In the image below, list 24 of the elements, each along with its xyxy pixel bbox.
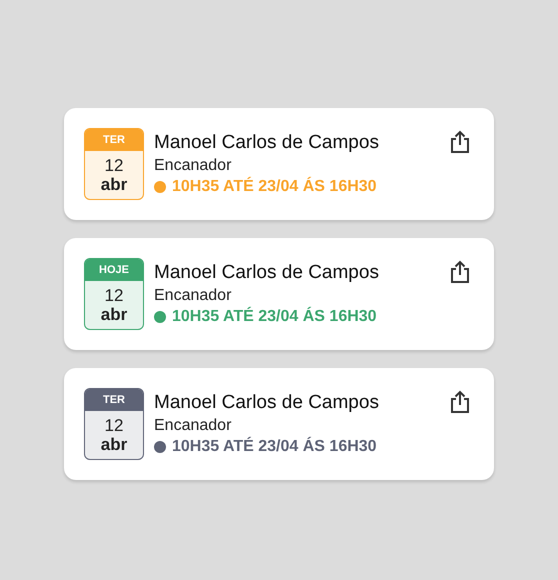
- weekday-label: TER: [85, 129, 143, 151]
- weekday-label: TER: [85, 389, 143, 411]
- person-name: Manoel Carlos de Campos: [154, 392, 379, 414]
- share-button[interactable]: [448, 258, 472, 286]
- month-label: abr: [100, 175, 128, 195]
- person-name: Manoel Carlos de Campos: [154, 132, 379, 154]
- time-range: 10H35 ATÉ 23/04 ÁS 16H30: [172, 308, 377, 326]
- person-name: Manoel Carlos de Campos: [154, 262, 379, 284]
- day-number: 12: [104, 287, 124, 305]
- day-number: 12: [104, 157, 124, 175]
- day-number: 12: [104, 417, 124, 435]
- share-button[interactable]: [448, 388, 472, 416]
- job-title: Encanador: [154, 157, 232, 175]
- job-title: Encanador: [154, 417, 232, 435]
- month-label: abr: [100, 305, 128, 325]
- share-button[interactable]: [448, 128, 472, 156]
- share-icon: [450, 130, 470, 154]
- time-range: 10H35 ATÉ 23/04 ÁS 16H30: [172, 178, 377, 196]
- month-label: abr: [100, 435, 128, 455]
- weekday-label: HOJE: [85, 259, 143, 281]
- job-title: Encanador: [154, 287, 232, 305]
- share-icon: [450, 390, 470, 414]
- time-range: 10H35 ATÉ 23/04 ÁS 16H30: [172, 438, 377, 456]
- share-icon: [450, 260, 470, 284]
